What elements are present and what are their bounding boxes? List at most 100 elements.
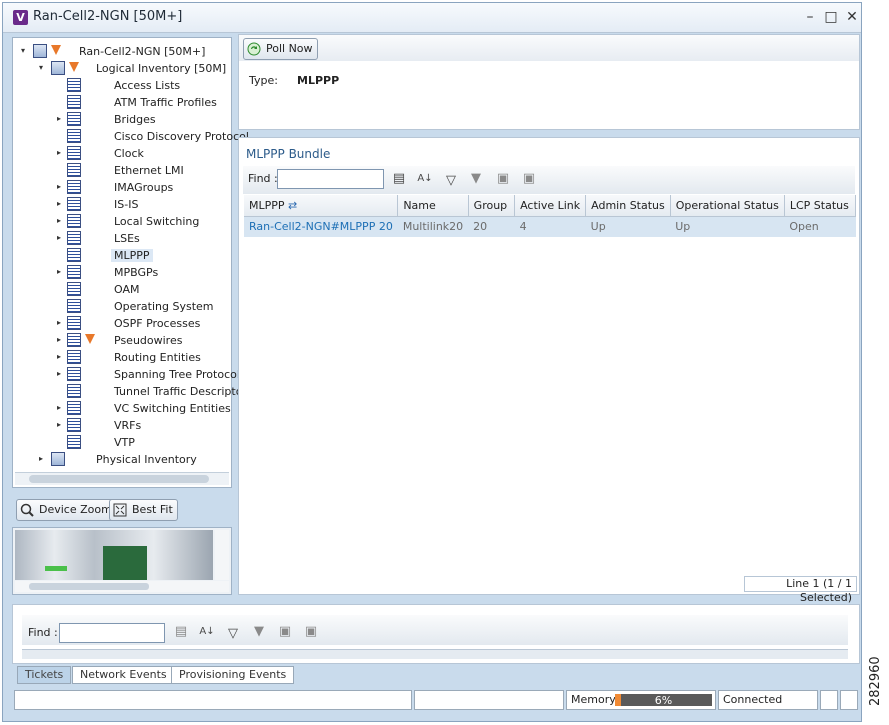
device-vertical-scrollbar[interactable] (215, 530, 229, 580)
table-icon (67, 384, 81, 398)
expand-arrow-icon[interactable]: ▸ (57, 352, 61, 361)
scroll-thumb[interactable] (29, 583, 149, 590)
close-icon[interactable]: ✕ (843, 8, 861, 26)
tree-item-label: Spanning Tree Protocol (114, 368, 240, 381)
table-icon (67, 333, 81, 347)
table-row[interactable]: Ran-Cell2-NGN#MLPPP 20 Multilink20 20 4 Up Up… (244, 216, 856, 237)
table-icon (67, 248, 81, 262)
tree-item-label: IMAGroups (114, 181, 174, 194)
cell-active-link: 4 (514, 216, 586, 237)
port-module (103, 546, 147, 580)
column-header-lcp-status[interactable]: LCP Status (784, 195, 857, 217)
tab-network-events[interactable]: Network Events (72, 666, 175, 684)
tree-item-label: Tunnel Traffic Descriptors (114, 385, 253, 398)
expand-arrow-icon[interactable]: ▸ (57, 318, 61, 327)
table-icon (67, 401, 81, 415)
expand-arrow-icon[interactable]: ▸ (57, 216, 61, 225)
connection-status: Connected (718, 690, 818, 710)
table-settings-icon[interactable]: ▣ (303, 624, 319, 640)
cell-mlppp[interactable]: Ran-Cell2-NGN#MLPPP 20 (244, 216, 398, 237)
tree-item-label: OSPF Processes (114, 317, 201, 330)
tree-item-label: Clock (114, 147, 144, 160)
bundle-title: MLPPP Bundle (246, 147, 331, 161)
export-icon[interactable]: ▤ (173, 624, 189, 640)
clear-filter-icon[interactable]: ▣ (277, 624, 293, 640)
table-icon (67, 350, 81, 364)
type-label: Type: (249, 74, 278, 87)
warning-icon (85, 334, 95, 344)
advanced-filter-icon[interactable]: ▼ (251, 624, 267, 640)
expand-arrow-icon[interactable]: ▸ (39, 454, 43, 463)
column-header-admin-status[interactable]: Admin Status (585, 195, 671, 217)
best-fit-button[interactable]: Best Fit (109, 499, 178, 521)
table-icon (67, 265, 81, 279)
expand-arrow-icon[interactable]: ▸ (57, 335, 61, 344)
table-icon (67, 78, 81, 92)
memory-bar: 6% (615, 694, 712, 707)
sort-icon[interactable]: ⇄ (285, 199, 297, 212)
poll-now-button[interactable]: Poll Now (243, 38, 318, 60)
tree-item-label: Pseudowires (114, 334, 183, 347)
device-horizontal-scrollbar[interactable] (15, 581, 229, 592)
export-icon[interactable]: ▤ (391, 171, 407, 187)
filter-icon[interactable]: ▽ (443, 173, 459, 189)
tab-provisioning-events[interactable]: Provisioning Events (171, 666, 295, 684)
tree-item-label: Cisco Discovery Protocol (114, 130, 249, 143)
tree-root-label: Ran-Cell2-NGN [50M+] (79, 45, 206, 58)
column-header-label: Active Link (520, 198, 581, 212)
minimize-icon[interactable]: – (801, 8, 819, 26)
tree-item-label: IS-IS (114, 198, 139, 211)
table-icon (67, 197, 81, 211)
expand-arrow-icon[interactable]: ▸ (57, 148, 61, 157)
tree-horizontal-scrollbar[interactable] (15, 472, 229, 485)
tree-item-label: VC Switching Entities (114, 402, 231, 415)
cell-admin: Up (585, 216, 671, 237)
tree-item-label: VTP (114, 436, 135, 449)
scroll-thumb[interactable] (29, 475, 209, 483)
maximize-icon[interactable]: □ (822, 8, 840, 26)
column-header-active-link[interactable]: Active Link (514, 195, 587, 217)
collapse-arrow-icon[interactable]: ▾ (21, 46, 25, 55)
expand-arrow-icon[interactable]: ▸ (57, 233, 61, 242)
sort-az-icon[interactable]: A↓ (417, 171, 433, 187)
expand-arrow-icon[interactable]: ▸ (57, 420, 61, 429)
tree-item-label: Local Switching (114, 215, 200, 228)
table-icon (67, 214, 81, 228)
events-panel: Find : ▤ A↓ ▽ ▼ ▣ ▣ (12, 604, 860, 664)
column-header-name[interactable]: Name (397, 195, 469, 217)
expand-arrow-icon[interactable]: ▸ (57, 114, 61, 123)
expand-arrow-icon[interactable]: ▸ (57, 182, 61, 191)
tree-item-label: Operating System (114, 300, 214, 313)
clear-filter-icon[interactable]: ▣ (495, 171, 511, 187)
collapse-arrow-icon[interactable]: ▾ (39, 63, 43, 72)
details-panel: Poll Now Type: MLPPP (238, 34, 860, 130)
column-header-operational-status[interactable]: Operational Status (670, 195, 785, 217)
cell-group: 20 (468, 216, 515, 237)
window-title: Ran-Cell2-NGN [50M+] (33, 9, 183, 24)
events-table-header[interactable] (22, 649, 848, 659)
expand-arrow-icon[interactable]: ▸ (57, 369, 61, 378)
bundle-find-input[interactable] (277, 169, 384, 189)
table-settings-icon[interactable]: ▣ (521, 171, 537, 187)
refresh-icon (247, 42, 261, 56)
events-find-input[interactable] (59, 623, 165, 643)
device-view-panel (12, 527, 232, 595)
column-header-label: LCP Status (789, 198, 849, 212)
device-zoom-button[interactable]: Device Zoom (16, 499, 117, 521)
sort-az-icon[interactable]: A↓ (199, 624, 215, 640)
column-header-group[interactable]: Group (468, 195, 516, 217)
cell-name: Multilink20 (397, 216, 469, 237)
tab-tickets[interactable]: Tickets (17, 666, 72, 684)
memory-percent: 6% (654, 694, 673, 707)
expand-arrow-icon[interactable]: ▸ (57, 267, 61, 276)
table-icon (67, 180, 81, 194)
inventory-tree-panel: ▾ Ran-Cell2-NGN [50M+] ▾ Logical Invento… (12, 37, 253, 488)
expand-arrow-icon[interactable]: ▸ (57, 403, 61, 412)
expand-arrow-icon[interactable]: ▸ (57, 199, 61, 208)
advanced-filter-icon[interactable]: ▼ (468, 171, 484, 187)
table-icon (67, 367, 81, 381)
column-header-mlppp[interactable]: MLPPP ⇄ (244, 195, 399, 217)
device-chassis-image[interactable] (15, 530, 213, 580)
filter-icon[interactable]: ▽ (225, 626, 241, 642)
memory-status: Memory: 6% (566, 690, 716, 710)
